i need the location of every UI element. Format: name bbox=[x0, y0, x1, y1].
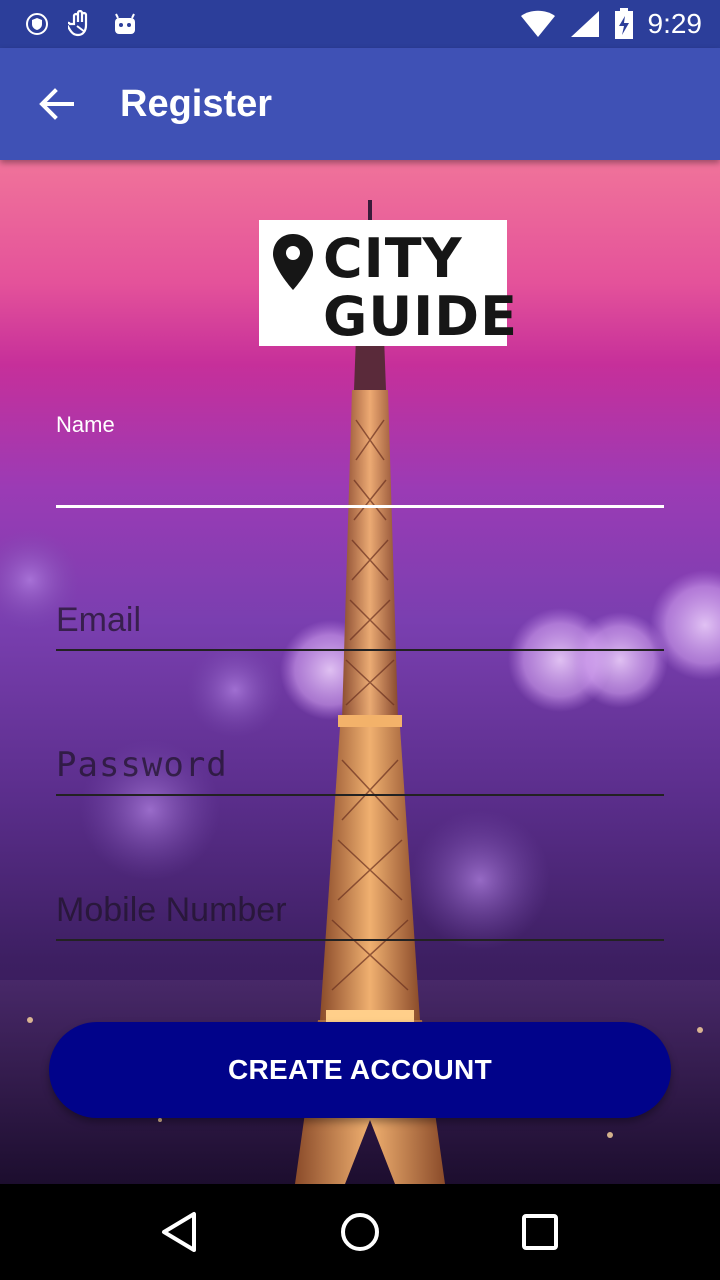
name-underline bbox=[56, 505, 664, 508]
home-circle-icon bbox=[341, 1213, 379, 1251]
mobile-number-input[interactable] bbox=[56, 886, 664, 934]
nav-back-button[interactable] bbox=[140, 1192, 220, 1272]
signal-icon bbox=[570, 11, 600, 37]
name-field[interactable]: Name bbox=[56, 400, 664, 510]
logo-text-line2: GUIDE bbox=[323, 285, 518, 348]
android-icon bbox=[112, 11, 138, 37]
nav-recents-button[interactable] bbox=[500, 1192, 580, 1272]
recents-square-icon bbox=[522, 1214, 558, 1250]
mobile-number-field[interactable] bbox=[56, 880, 664, 942]
password-field[interactable] bbox=[56, 735, 664, 797]
status-bar: 9:29 bbox=[0, 0, 720, 48]
status-time: 9:29 bbox=[647, 8, 703, 39]
email-input[interactable] bbox=[56, 596, 664, 644]
mobile-underline bbox=[56, 939, 664, 941]
battery-charging-icon bbox=[614, 8, 634, 39]
create-account-button[interactable]: CREATE ACCOUNT bbox=[49, 1022, 671, 1118]
location-pin-icon bbox=[273, 234, 313, 290]
email-underline bbox=[56, 649, 664, 651]
city-guide-logo: CITY GUIDE bbox=[259, 220, 517, 346]
arrow-back-icon bbox=[39, 88, 74, 120]
hand-icon bbox=[68, 10, 94, 37]
shield-icon bbox=[24, 11, 50, 37]
status-right-icons: 9:29 bbox=[520, 8, 720, 40]
logo-text-line1: CITY bbox=[323, 227, 463, 290]
name-label: Name bbox=[56, 412, 115, 437]
app-bar: Register bbox=[0, 48, 720, 160]
back-button[interactable] bbox=[28, 76, 84, 132]
back-triangle-icon bbox=[162, 1212, 196, 1252]
status-left-icons bbox=[0, 10, 138, 37]
navigation-bar bbox=[0, 1184, 720, 1280]
password-input[interactable] bbox=[56, 741, 664, 789]
nav-home-button[interactable] bbox=[320, 1192, 400, 1272]
name-input[interactable] bbox=[56, 450, 664, 500]
wifi-icon bbox=[520, 10, 556, 37]
password-underline bbox=[56, 794, 664, 796]
page-title: Register bbox=[120, 82, 273, 125]
email-field[interactable] bbox=[56, 590, 664, 652]
